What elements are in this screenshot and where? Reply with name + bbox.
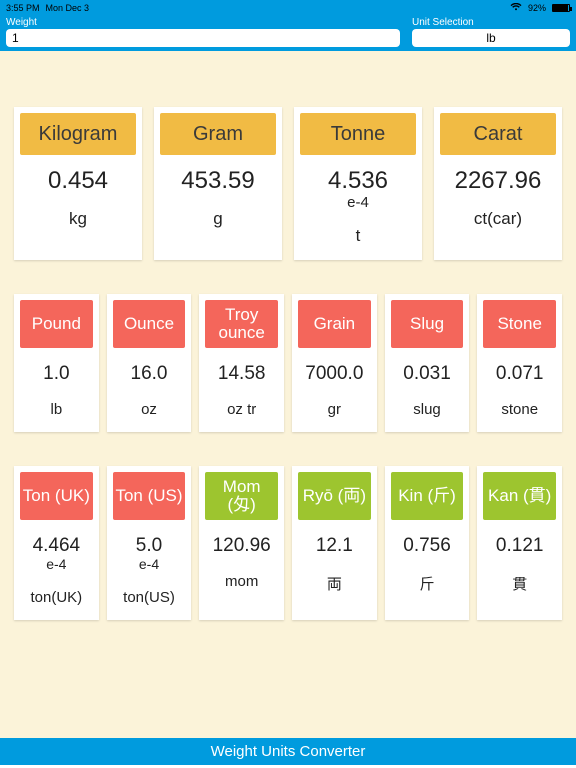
unit-card-symbol: oz [141, 401, 157, 418]
unit-card-header: Ton (UK) [20, 472, 93, 520]
unit-card-header: Ounce [113, 300, 186, 348]
unit-card-value: 0.454 [48, 169, 108, 193]
unit-card-exponent: e-4 [328, 195, 388, 210]
unit-card[interactable]: Stone 0.071 stone [477, 294, 562, 432]
unit-card-value: 14.58 [218, 364, 266, 383]
unit-card-header: Carat [440, 113, 556, 155]
unit-card[interactable]: Ounce 16.0 oz [107, 294, 192, 432]
unit-select-value: lb [486, 31, 495, 45]
unit-card-exponent: e-4 [33, 557, 81, 571]
unit-card[interactable]: Troy ounce 14.58 oz tr [199, 294, 284, 432]
unit-card-value: 0.071 [496, 364, 544, 383]
unit-card-value: 4.464e-4 [33, 536, 81, 571]
unit-card[interactable]: Ton (US) 5.0e-4 ton(US) [107, 466, 192, 620]
card-row: Pound 1.0 lb Ounce 16.0 oz Troy ounce 14.58 oz t… [14, 294, 562, 432]
status-time: 3:55 PM [6, 3, 40, 13]
unit-select[interactable]: lb [412, 29, 570, 47]
unit-card-header: Tonne [300, 113, 416, 155]
unit-card-value: 4.536e-4 [328, 169, 388, 210]
unit-card-header: Gram [160, 113, 276, 155]
unit-card-value: 1.0 [43, 364, 69, 383]
unit-card-header: Pound [20, 300, 93, 348]
unit-card-header: Slug [391, 300, 464, 348]
status-bar: 3:55 PM Mon Dec 3 92% [0, 0, 576, 16]
unit-card-symbol: slug [413, 401, 441, 418]
weight-input[interactable]: 1 [6, 29, 400, 47]
unit-card[interactable]: Kin (斤) 0.756 斤 [385, 466, 470, 620]
unit-card[interactable]: Mom (匁) 120.96 mom [199, 466, 284, 620]
unit-card-value: 12.1 [316, 536, 353, 555]
unit-card-symbol: ct(car) [474, 209, 522, 229]
unit-card-value: 5.0e-4 [136, 536, 162, 571]
unit-card-value: 0.756 [403, 536, 451, 555]
unit-card-symbol: ton(UK) [30, 589, 82, 606]
unit-card-value: 2267.96 [455, 169, 542, 193]
battery-percent: 92% [528, 3, 546, 13]
unit-card-value: 0.121 [496, 536, 544, 555]
unit-card-header: Grain [298, 300, 371, 348]
weight-input-value: 1 [12, 31, 19, 45]
unit-card-symbol: stone [501, 401, 538, 418]
unit-card-symbol: g [213, 209, 222, 229]
unit-card-header: Mom (匁) [205, 472, 278, 520]
footer-title: Weight Units Converter [211, 743, 366, 760]
unit-card[interactable]: Pound 1.0 lb [14, 294, 99, 432]
unit-card[interactable]: Gram 453.59 g [154, 107, 282, 260]
unit-card-value: 120.96 [213, 536, 271, 555]
unit-card-header: Ton (US) [113, 472, 186, 520]
unit-card[interactable]: Slug 0.031 slug [385, 294, 470, 432]
unit-card-value: 453.59 [181, 169, 254, 193]
unit-card-header: Kin (斤) [391, 472, 464, 520]
unit-card-value: 7000.0 [305, 364, 363, 383]
unit-card[interactable]: Carat 2267.96 ct(car) [434, 107, 562, 260]
unit-card-symbol: mom [225, 573, 258, 590]
unit-card-symbol: gr [328, 401, 341, 418]
unit-card-value: 16.0 [131, 364, 168, 383]
footer-title-bar: Weight Units Converter [0, 738, 576, 765]
unit-card[interactable]: Tonne 4.536e-4 t [294, 107, 422, 260]
wifi-icon [510, 3, 522, 13]
card-row: Ton (UK) 4.464e-4 ton(UK) Ton (US) 5.0e-4 ton… [14, 466, 562, 620]
unit-card-header: Kilogram [20, 113, 136, 155]
unit-card-header: Ryō (両) [298, 472, 371, 520]
unit-card[interactable]: Kilogram 0.454 kg [14, 107, 142, 260]
unit-card-symbol: 貫 [512, 573, 527, 594]
unit-card-header: Kan (貫) [483, 472, 556, 520]
unit-card-symbol: t [356, 226, 361, 246]
unit-card-symbol: oz tr [227, 401, 256, 418]
unit-card-value: 0.031 [403, 364, 451, 383]
unit-card-symbol: 両 [327, 573, 342, 594]
unit-card[interactable]: Kan (貫) 0.121 貫 [477, 466, 562, 620]
unit-card-header: Troy ounce [205, 300, 278, 348]
unit-card-exponent: e-4 [136, 557, 162, 571]
unit-card-symbol: lb [50, 401, 62, 418]
unit-card-symbol: 斤 [420, 573, 435, 594]
unit-card[interactable]: Ton (UK) 4.464e-4 ton(UK) [14, 466, 99, 620]
unit-selection-label: Unit Selection [412, 17, 570, 28]
card-row: Kilogram 0.454 kg Gram 453.59 g Tonne 4.536e-4 t… [14, 107, 562, 260]
battery-icon [552, 4, 570, 12]
unit-card[interactable]: Ryō (両) 12.1 両 [292, 466, 377, 620]
main-content: Kilogram 0.454 kg Gram 453.59 g Tonne 4.536e-4 t… [0, 51, 576, 738]
unit-card-header: Stone [483, 300, 556, 348]
weight-label: Weight [6, 17, 400, 28]
topbar: Weight 1 Unit Selection lb [0, 16, 576, 51]
unit-card[interactable]: Grain 7000.0 gr [292, 294, 377, 432]
unit-card-symbol: ton(US) [123, 589, 175, 606]
status-date: Mon Dec 3 [46, 3, 90, 13]
unit-card-symbol: kg [69, 209, 87, 229]
